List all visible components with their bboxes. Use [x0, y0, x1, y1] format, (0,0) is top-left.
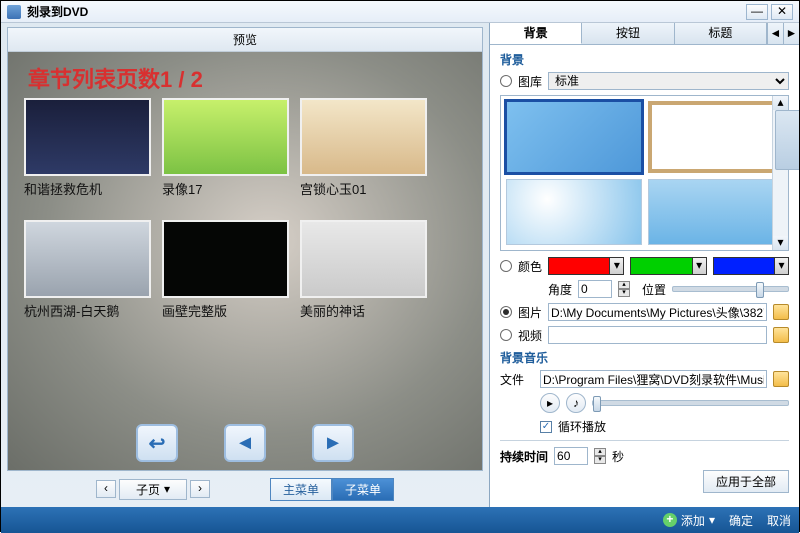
- pager-next[interactable]: ›: [190, 480, 210, 498]
- duration-input[interactable]: [554, 447, 588, 465]
- color-swatch-3[interactable]: ▾: [713, 257, 789, 275]
- radio-library[interactable]: [500, 75, 512, 87]
- color-swatch-1[interactable]: ▾: [548, 257, 624, 275]
- tabs-scroll-left[interactable]: ◄: [767, 23, 783, 44]
- radio-color[interactable]: [500, 260, 512, 272]
- scroll-up-icon[interactable]: ▴: [773, 96, 788, 110]
- chapter-label: 和谐拯救危机: [24, 179, 156, 198]
- footer-ok-button[interactable]: 确定: [729, 512, 753, 529]
- label-color: 颜色: [518, 258, 542, 275]
- section-background: 背景: [500, 51, 789, 68]
- app-icon: [7, 5, 21, 19]
- chapter-thumb[interactable]: 画壁完整版: [162, 220, 294, 320]
- music-path-input[interactable]: [540, 370, 767, 388]
- tab-main-menu[interactable]: 主菜单: [270, 478, 332, 501]
- minimize-button[interactable]: —: [746, 4, 768, 20]
- browse-image-button[interactable]: [773, 304, 789, 320]
- angle-input[interactable]: [578, 280, 612, 298]
- pager-prev[interactable]: ‹: [96, 480, 116, 498]
- label-loop: 循环播放: [558, 418, 606, 435]
- note-button[interactable]: ♪: [566, 393, 586, 413]
- gallery-thumb[interactable]: [506, 179, 642, 245]
- label-library: 图库: [518, 73, 542, 90]
- chapter-label: 宫锁心玉01: [300, 179, 432, 198]
- apply-all-button[interactable]: 应用于全部: [703, 470, 789, 493]
- chapter-thumb[interactable]: 和谐拯救危机: [24, 98, 156, 198]
- nav-prev-button[interactable]: ◄: [224, 424, 266, 462]
- duration-down[interactable]: ▾: [594, 456, 606, 464]
- image-path-input[interactable]: [548, 303, 767, 321]
- angle-down[interactable]: ▾: [618, 289, 630, 297]
- label-file: 文件: [500, 371, 534, 388]
- preview-header: 预览: [8, 28, 482, 52]
- pager-label[interactable]: 子页▾: [119, 479, 187, 500]
- menu-canvas: 章节列表页数1 / 2 和谐拯救危机 录像17 宫锁心玉01 杭州西湖-白天鹅 …: [8, 52, 482, 470]
- add-icon: +: [663, 513, 677, 527]
- chapter-thumb[interactable]: 宫锁心玉01: [300, 98, 432, 198]
- label-angle: 角度: [548, 281, 572, 298]
- gallery-thumb[interactable]: [506, 101, 642, 173]
- label-video: 视频: [518, 327, 542, 344]
- duration-up[interactable]: ▴: [594, 448, 606, 456]
- gallery-scrollbar[interactable]: ▴ ▾: [772, 96, 788, 250]
- label-seconds: 秒: [612, 448, 624, 465]
- window-title: 刻录到DVD: [27, 3, 88, 20]
- tab-button[interactable]: 按钮: [582, 23, 674, 44]
- chapter-thumb[interactable]: 美丽的神话: [300, 220, 432, 320]
- music-slider[interactable]: [592, 400, 789, 406]
- chapter-label: 录像17: [162, 179, 294, 198]
- gallery-thumb[interactable]: [648, 101, 784, 173]
- background-gallery: ▴ ▾: [500, 95, 789, 251]
- color-swatch-2[interactable]: ▾: [630, 257, 706, 275]
- label-image: 图片: [518, 304, 542, 321]
- chapter-label: 美丽的神话: [300, 301, 432, 320]
- loop-checkbox[interactable]: ✓: [540, 421, 552, 433]
- section-music: 背景音乐: [500, 349, 789, 366]
- close-button[interactable]: ✕: [771, 4, 793, 20]
- label-duration: 持续时间: [500, 448, 548, 465]
- footer-cancel-button[interactable]: 取消: [767, 512, 791, 529]
- nav-next-button[interactable]: ►: [312, 424, 354, 462]
- play-button[interactable]: ▸: [540, 393, 560, 413]
- nav-return-button[interactable]: ↩: [136, 424, 178, 462]
- browse-music-button[interactable]: [773, 371, 789, 387]
- radio-image[interactable]: [500, 306, 512, 318]
- pager: ‹ 子页▾ ›: [96, 479, 210, 500]
- chapter-list-title: 章节列表页数1 / 2: [28, 62, 203, 94]
- label-position: 位置: [642, 281, 666, 298]
- scroll-down-icon[interactable]: ▾: [773, 236, 788, 250]
- angle-up[interactable]: ▴: [618, 281, 630, 289]
- tab-title[interactable]: 标题: [675, 23, 767, 44]
- browse-video-button[interactable]: [773, 327, 789, 343]
- chapter-thumb[interactable]: 杭州西湖-白天鹅: [24, 220, 156, 320]
- tab-sub-menu[interactable]: 子菜单: [332, 478, 394, 501]
- chapter-thumb[interactable]: 录像17: [162, 98, 294, 198]
- footer-add-button[interactable]: + 添加▾: [663, 512, 715, 529]
- position-slider[interactable]: [672, 286, 789, 292]
- video-path-input[interactable]: [548, 326, 767, 344]
- radio-video[interactable]: [500, 329, 512, 341]
- chapter-label: 杭州西湖-白天鹅: [24, 301, 156, 320]
- chapter-label: 画壁完整版: [162, 301, 294, 320]
- tab-background[interactable]: 背景: [490, 23, 582, 44]
- gallery-thumb[interactable]: [648, 179, 784, 245]
- library-select[interactable]: 标准: [548, 72, 789, 90]
- tabs-scroll-right[interactable]: ►: [783, 23, 799, 44]
